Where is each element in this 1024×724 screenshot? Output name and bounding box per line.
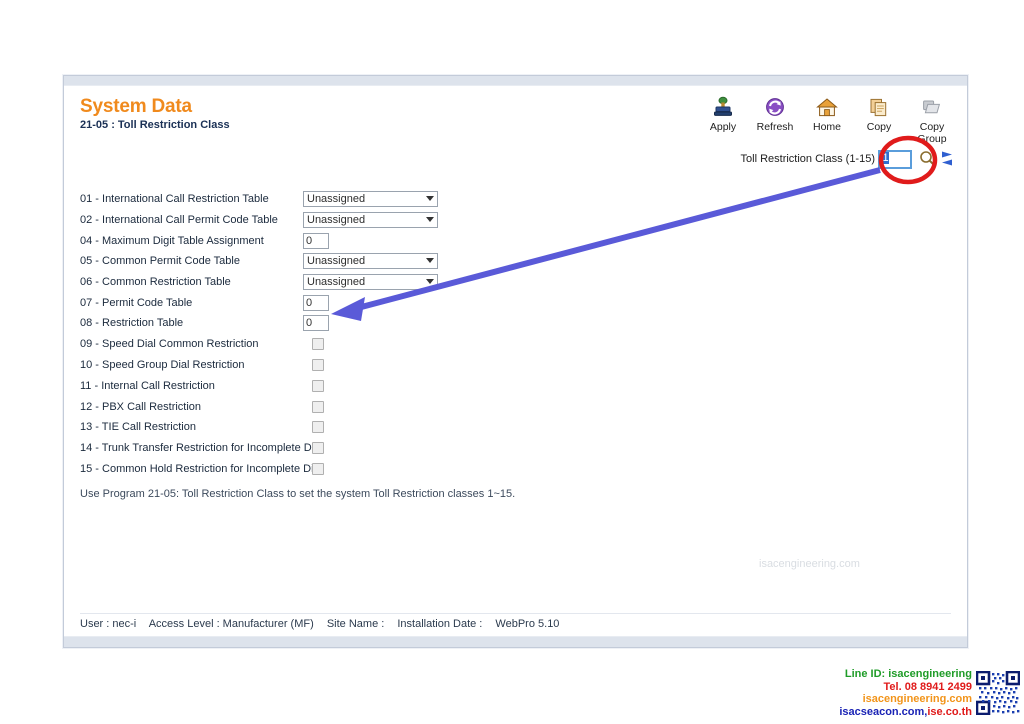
contact-sites: isacseacon.com,ise.co.th	[839, 706, 972, 719]
help-text: Use Program 21-05: Toll Restriction Clas…	[80, 488, 516, 500]
chevron-down-icon	[426, 258, 434, 264]
home-button[interactable]: Home	[806, 94, 848, 134]
form-row-01: 01 - International Call Restriction Tabl…	[80, 189, 452, 210]
form-row-02: 02 - International Call Permit Code Tabl…	[80, 210, 452, 231]
system-data-panel: System Data 21-05 : Toll Restriction Cla…	[63, 75, 968, 648]
form-row-15: 15 - Common Hold Restriction for Incompl…	[80, 459, 452, 480]
form-row-06-label: 06 - Common Restriction Table	[80, 276, 231, 289]
form-row-06-select-value: Unassigned	[303, 274, 438, 291]
home-icon	[816, 94, 838, 121]
form-row-12: 12 - PBX Call Restriction	[80, 396, 452, 417]
form-row-05-label: 05 - Common Permit Code Table	[80, 255, 240, 268]
form-row-15-label: 15 - Common Hold Restriction for Incompl…	[80, 462, 323, 475]
copy-icon	[868, 94, 890, 121]
form-row-10: 10 - Speed Group Dial Restriction	[80, 355, 452, 376]
form-row-02-select[interactable]: Unassigned	[303, 212, 438, 229]
copy-group-icon	[921, 94, 943, 121]
form-row-05: 05 - Common Permit Code Table Unassigned	[80, 251, 452, 272]
form-row-01-select[interactable]: Unassigned	[303, 191, 438, 208]
status-user: User : nec-i	[80, 618, 137, 630]
form-row-09-checkbox[interactable]	[312, 338, 324, 351]
magnifier-icon[interactable]	[919, 150, 936, 167]
contact-text-block: Line ID: isacengineering Tel. 08 8941 24…	[839, 668, 972, 718]
class-input-wrap: 1	[878, 149, 915, 169]
form-row-09: 09 - Speed Dial Common Restriction	[80, 334, 452, 355]
chevron-down-icon	[426, 196, 434, 202]
form-row-02-label: 02 - International Call Permit Code Tabl…	[80, 214, 278, 227]
form-row-10-checkbox[interactable]	[312, 359, 324, 371]
settings-form: 01 - International Call Restriction Tabl…	[80, 189, 452, 479]
form-row-07-input[interactable]	[303, 294, 329, 311]
contact-site-b: ise.co.th	[927, 705, 972, 718]
form-row-02-select-value: Unassigned	[303, 212, 438, 229]
refresh-icon	[764, 94, 786, 121]
panel-bottom-strip	[64, 636, 967, 647]
form-row-14-checkbox[interactable]	[312, 442, 324, 455]
status-bar: User : nec-i Access Level : Manufacturer…	[80, 613, 951, 630]
form-row-15-checkbox[interactable]	[312, 462, 324, 475]
form-row-08-label: 08 - Restriction Table	[80, 317, 184, 330]
form-row-10-label: 10 - Speed Group Dial Restriction	[80, 359, 245, 371]
form-row-11: 11 - Internal Call Restriction	[80, 375, 452, 396]
page-subtitle: 21-05 : Toll Restriction Class	[80, 119, 230, 131]
class-selector-row: Toll Restriction Class (1-15) 1	[740, 149, 954, 169]
status-version: WebPro 5.10	[495, 618, 560, 630]
form-row-06-select[interactable]: Unassigned	[303, 274, 438, 291]
copy-label: Copy	[866, 121, 892, 133]
status-access-level: Access Level : Manufacturer (MF)	[148, 618, 314, 630]
contact-site-a: isacseacon.com,	[839, 705, 928, 718]
form-row-08: 08 - Restriction Table	[80, 313, 452, 334]
form-row-11-checkbox[interactable]	[312, 379, 324, 392]
chevron-down-icon	[426, 217, 434, 223]
form-row-12-label: 12 - PBX Call Restriction	[80, 400, 202, 413]
contact-website: isacengineering.com	[862, 693, 972, 705]
status-install-date: Installation Date :	[397, 618, 483, 630]
form-row-07: 07 - Permit Code Table	[80, 292, 452, 313]
form-row-09-label: 09 - Speed Dial Common Restriction	[80, 338, 259, 351]
form-row-11-label: 11 - Internal Call Restriction	[80, 379, 215, 392]
toolbar: Apply Refresh Home Copy Copy Group	[702, 94, 954, 145]
form-row-13-checkbox[interactable]	[312, 421, 324, 434]
form-row-08-input[interactable]	[303, 315, 329, 332]
form-row-04-label: 04 - Maximum Digit Table Assignment	[80, 234, 264, 247]
form-row-04: 04 - Maximum Digit Table Assignment	[80, 230, 452, 251]
copy-button[interactable]: Copy	[858, 94, 900, 134]
page-title: System Data	[80, 96, 192, 117]
next-prev-arrows-icon[interactable]	[940, 150, 954, 167]
chevron-down-icon	[426, 279, 434, 285]
title-block: System Data 21-05 : Toll Restriction Cla…	[80, 96, 230, 131]
form-row-07-label: 07 - Permit Code Table	[80, 296, 193, 309]
panel-top-strip	[64, 76, 967, 86]
contact-footer: Line ID: isacengineering Tel. 08 8941 24…	[839, 668, 1021, 718]
apply-label: Apply	[709, 121, 737, 133]
form-row-01-select-value: Unassigned	[303, 191, 438, 208]
contact-tel: Tel. 08 8941 2499	[883, 680, 972, 693]
copy-group-label: Copy Group	[917, 121, 947, 145]
panel-content: System Data 21-05 : Toll Restriction Cla…	[64, 86, 967, 636]
form-row-01-label: 01 - International Call Restriction Tabl…	[80, 193, 269, 206]
home-label: Home	[812, 121, 841, 133]
form-row-13-label: 13 - TIE Call Restriction	[80, 421, 196, 434]
form-row-12-checkbox[interactable]	[312, 400, 324, 413]
form-row-05-select-value: Unassigned	[303, 253, 438, 270]
refresh-button[interactable]: Refresh	[754, 94, 796, 134]
form-row-14-label: 14 - Trunk Transfer Restriction for Inco…	[80, 442, 323, 455]
form-row-14: 14 - Trunk Transfer Restriction for Inco…	[80, 438, 452, 459]
copy-group-button[interactable]: Copy Group	[910, 94, 954, 145]
refresh-label: Refresh	[756, 121, 794, 133]
form-row-04-input[interactable]	[303, 232, 329, 249]
contact-line-id: Line ID: isacengineering	[844, 668, 972, 680]
apply-button[interactable]: Apply	[702, 94, 744, 134]
class-selector-label: Toll Restriction Class (1-15)	[740, 152, 875, 165]
stamp-icon	[712, 94, 734, 121]
qr-code-icon	[975, 670, 1021, 716]
form-row-05-select[interactable]: Unassigned	[303, 253, 438, 270]
form-row-13: 13 - TIE Call Restriction	[80, 417, 452, 438]
class-number-input[interactable]	[878, 149, 912, 169]
status-site-name: Site Name :	[326, 618, 385, 630]
watermark: isacengineering.com	[759, 558, 860, 570]
screenshot-root: System Data 21-05 : Toll Restriction Cla…	[0, 0, 1024, 724]
form-row-06: 06 - Common Restriction Table Unassigned	[80, 272, 452, 293]
